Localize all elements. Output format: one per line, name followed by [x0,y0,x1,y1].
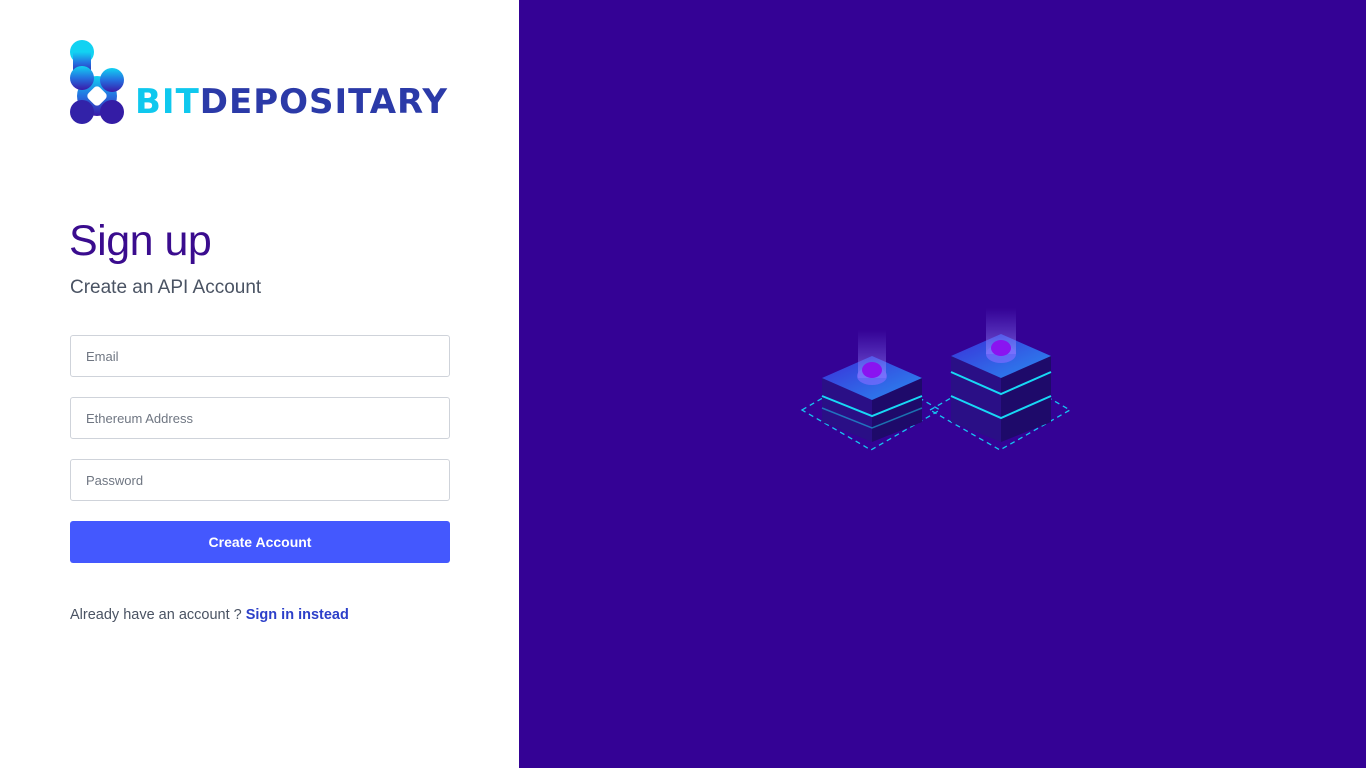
create-account-button[interactable]: Create Account [70,521,450,563]
logo-wordmark: BITDEPOSITARY [135,85,448,119]
logo-text-bit: BIT [135,82,200,122]
page-subtitle: Create an API Account [70,277,262,298]
illustration-panel [519,0,1366,768]
page-title: Sign up [69,217,212,265]
signup-panel: BITDEPOSITARY Sign up Create an API Acco… [0,0,519,768]
signin-prompt: Already have an account ? Sign in instea… [70,605,349,625]
email-field[interactable] [70,335,450,377]
signup-page: BITDEPOSITARY Sign up Create an API Acco… [0,0,1366,768]
password-field[interactable] [70,459,450,501]
bitdepositary-logo[interactable]: BITDEPOSITARY [69,40,451,126]
signin-prompt-text: Already have an account ? [70,607,246,623]
sign-in-link[interactable]: Sign in instead [246,607,349,623]
logo-mark-icon [70,40,124,124]
ethereum-address-field[interactable] [70,397,450,439]
logo-text-depositary: DEPOSITARY [199,82,448,122]
blockchain-servers-icon [800,308,1072,451]
